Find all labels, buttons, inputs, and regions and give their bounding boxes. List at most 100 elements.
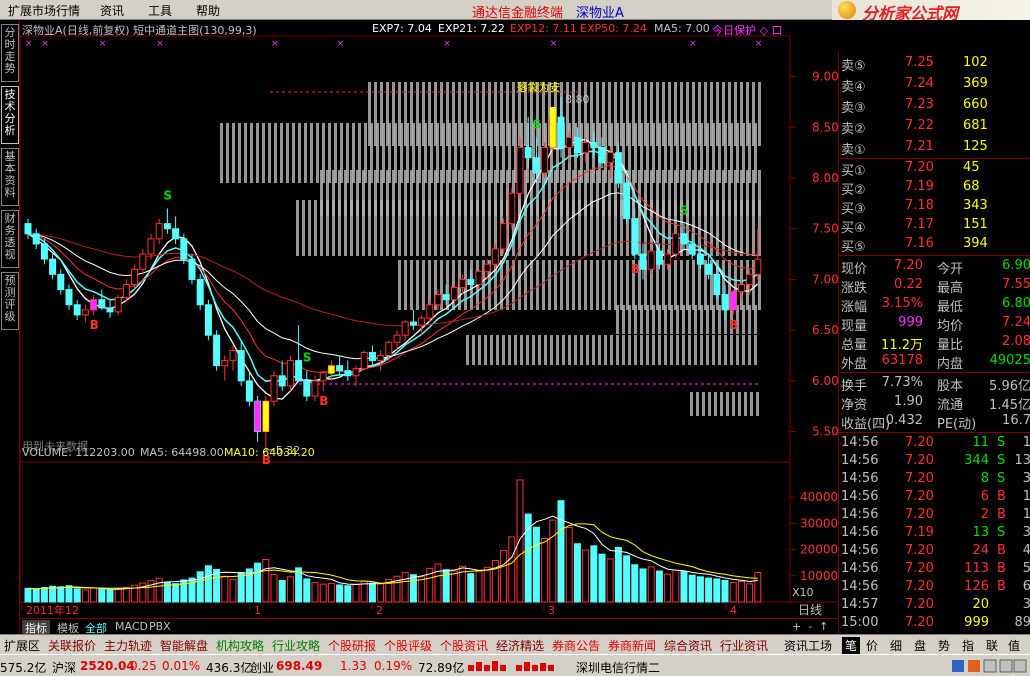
tab-pbx[interactable]: PBX	[146, 620, 174, 633]
bottom-tab[interactable]: 行业资讯	[720, 637, 768, 654]
background-bar	[238, 123, 241, 183]
candle-body	[131, 268, 139, 286]
candle-body	[81, 309, 89, 316]
quote-view-tab[interactable]: 指	[962, 637, 974, 654]
indicator-tab-bar: 指标 模板 全部 MACD PBX + - ↑	[20, 618, 838, 636]
bottom-tab[interactable]: 机构攻略	[216, 637, 264, 654]
bottom-tab[interactable]: 资讯工场	[784, 637, 832, 654]
bottom-tab[interactable]: 智能解盘	[160, 637, 208, 654]
background-bar	[416, 260, 419, 310]
background-bar	[698, 82, 701, 120]
tick-time: 14:56	[841, 561, 879, 576]
tick-side: B	[997, 561, 1006, 576]
ask-volume: 681	[963, 118, 988, 133]
volume-bar	[221, 575, 229, 603]
tick-price: 7.20	[905, 615, 934, 630]
volume-axis: 40000 30000 20000 10000 X10	[790, 490, 838, 599]
tab-basic-info[interactable]: 基本资料	[1, 148, 19, 206]
menu-help[interactable]: 帮助	[196, 2, 220, 19]
zoom-plus-minus[interactable]: + - ↑	[792, 620, 828, 633]
quote-separator	[839, 432, 1030, 433]
top-marker: ×	[99, 39, 107, 49]
quote-view-tab[interactable]: 价	[866, 637, 878, 654]
quote-view-tab[interactable]: 笔	[842, 637, 861, 654]
volume-bar	[746, 583, 754, 603]
menu-extended-market[interactable]: 扩展市场行情	[8, 2, 80, 19]
tab-technical[interactable]: 技术分析	[1, 86, 19, 144]
bottom-tab[interactable]: 券商公告	[552, 637, 600, 654]
bottom-tab[interactable]: 个股评级	[384, 637, 432, 654]
background-bar	[720, 392, 723, 416]
menu-news[interactable]: 资讯	[100, 2, 124, 19]
tick-volume: 20	[972, 597, 989, 612]
bottom-tab[interactable]: 经济精选	[496, 637, 544, 654]
background-bar	[422, 82, 425, 120]
price-chart[interactable]: 9.00 8.50 8.00 7.50 7.00 6.50 6.00 5.50 S S S S B B B…	[20, 20, 838, 618]
quote-separator	[839, 255, 1030, 256]
status-amount-2: 72.89亿	[418, 661, 465, 675]
tick-volume: 999	[964, 615, 989, 630]
volume-bar	[483, 566, 491, 603]
tab-forecast[interactable]: 预测评级	[1, 272, 19, 330]
candle-body	[573, 136, 581, 154]
background-bar	[428, 200, 431, 256]
tick-row: 14:56 7.20 24 B 4	[839, 542, 1030, 560]
candle-body	[237, 349, 245, 382]
quote-view-tab[interactable]: 势	[938, 637, 950, 654]
background-bar	[502, 335, 505, 365]
volume-bar	[401, 572, 409, 603]
background-bar	[686, 260, 689, 310]
background-bar	[476, 200, 479, 256]
ask-row: 卖③ 7.23 660	[839, 96, 1030, 116]
bottom-tab[interactable]: 个股资讯	[440, 637, 488, 654]
background-bar	[500, 82, 503, 120]
background-bar	[722, 200, 725, 256]
candle-body	[344, 370, 352, 377]
tab-intraday[interactable]: 分时走势	[1, 24, 19, 82]
candle-body	[180, 238, 188, 260]
background-bar	[374, 200, 377, 256]
background-bar	[580, 335, 583, 365]
menu-tools[interactable]: 工具	[148, 2, 172, 19]
bottom-tab[interactable]: 行业攻略	[272, 637, 320, 654]
background-bar	[646, 335, 649, 365]
quote-view-tab[interactable]: 细	[890, 637, 902, 654]
stat-row: 总量 11.2万 量比 2.08	[839, 333, 1030, 353]
stat-value: 2.08	[1002, 334, 1030, 349]
background-bar	[488, 200, 491, 256]
background-bar	[596, 82, 599, 120]
background-bar	[380, 82, 383, 120]
background-bar	[280, 123, 283, 183]
volume-bar	[319, 583, 327, 603]
bottom-tab[interactable]: 主力轨迹	[104, 637, 152, 654]
volume-bar	[262, 558, 270, 603]
bid-row: 买⑤ 7.16 394	[839, 235, 1030, 255]
quote-view-tab[interactable]: 盘	[914, 637, 926, 654]
bottom-tab[interactable]: 综合资讯	[664, 637, 712, 654]
background-bar	[670, 335, 673, 365]
bottom-tab[interactable]: 券商新闻	[608, 637, 656, 654]
ask-row: 卖① 7.21 125	[839, 138, 1030, 158]
background-bar	[652, 305, 655, 334]
candle-body	[385, 341, 393, 357]
volume-bar	[327, 582, 335, 603]
tick-price: 7.20	[905, 561, 934, 576]
background-bar	[730, 335, 733, 365]
background-bar	[596, 260, 599, 310]
volume-bar	[196, 571, 204, 603]
bottom-tab[interactable]: 扩展区	[4, 637, 40, 654]
volume-tick-label: 10000	[800, 569, 838, 583]
volume-bar	[729, 582, 737, 603]
bid-label: 买③	[841, 202, 866, 217]
candle-body	[459, 278, 467, 289]
background-bar	[416, 82, 419, 120]
quote-view-tab[interactable]: 联	[986, 637, 998, 654]
tick-time: 14:57	[841, 597, 879, 612]
volume-bar	[49, 585, 57, 603]
background-bar	[632, 82, 635, 120]
quote-view-tab[interactable]: 值	[1008, 637, 1020, 654]
bottom-tab[interactable]: 个股研报	[328, 637, 376, 654]
tab-financial[interactable]: 财务透视	[1, 210, 19, 268]
bottom-tab[interactable]: 关联报价	[48, 637, 96, 654]
volume-ma10: MA10: 64034.20	[224, 446, 315, 459]
